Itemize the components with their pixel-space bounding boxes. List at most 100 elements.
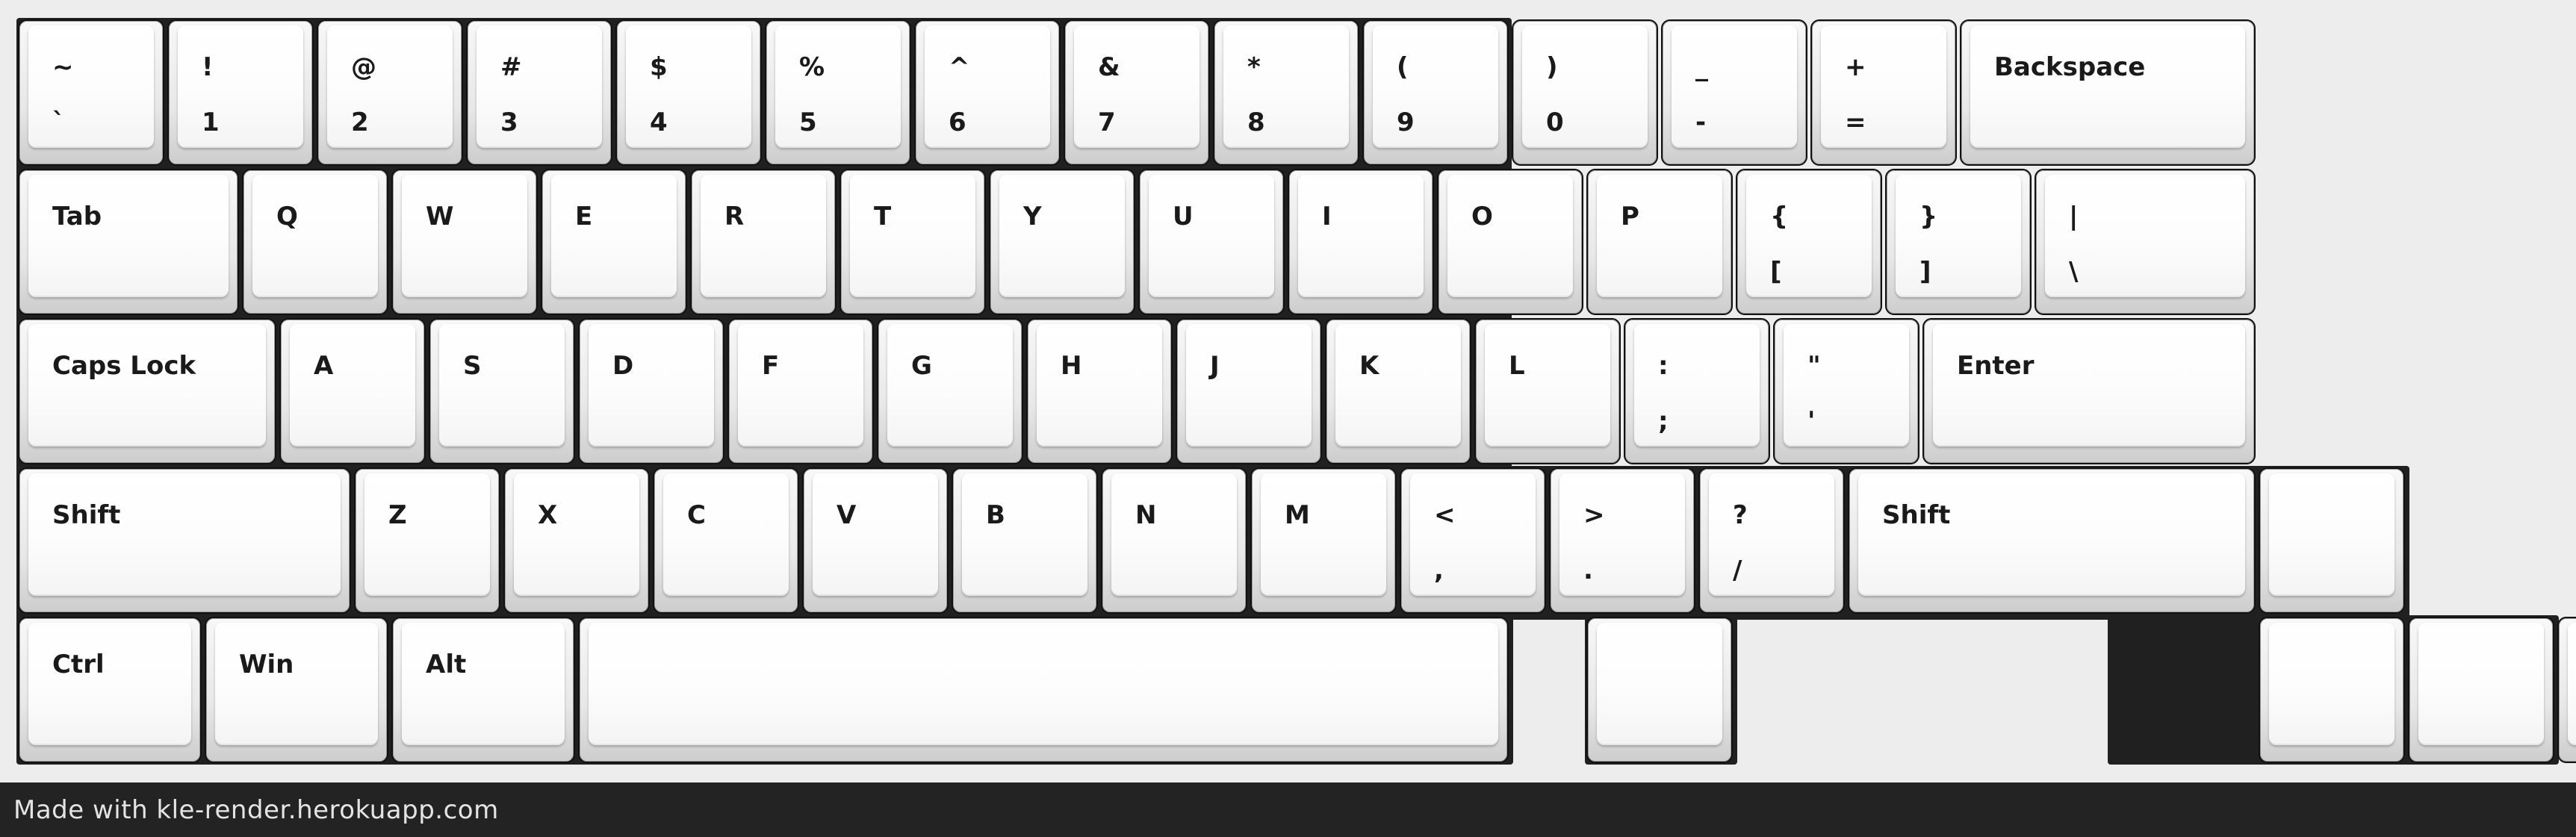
key-y-r1c6[interactable]: Y <box>989 169 1135 315</box>
keycap-surface <box>28 324 266 446</box>
keycap-surface <box>962 473 1087 596</box>
key-legend: Q <box>276 202 298 231</box>
key-j-r2c7[interactable]: J <box>1176 318 1322 464</box>
key-p-r1c10[interactable]: P <box>1586 169 1733 315</box>
key-legend: H <box>1061 351 1082 381</box>
key-sym39-r2c11[interactable]: " ' <box>1773 318 1919 464</box>
key-g-r2c5[interactable]: G <box>877 318 1023 464</box>
key-2-r0c2[interactable]: @2 <box>317 19 463 166</box>
key-sym96-r0c0[interactable]: ~ ` <box>18 19 164 166</box>
key-v-r3c4[interactable]: V <box>802 467 949 614</box>
key-4-r0c4[interactable]: $4 <box>615 19 762 166</box>
keycap-surface <box>1933 324 2245 446</box>
keycap-surface <box>1111 473 1237 596</box>
keycap-surface <box>439 324 565 446</box>
keycap-surface <box>178 25 303 148</box>
key-1-r0c1[interactable]: ! 1 <box>167 19 314 166</box>
key-legend: D <box>612 351 634 381</box>
keycap-surface <box>327 25 453 148</box>
key-legend: Alt <box>426 650 467 679</box>
key-legend: Shift <box>52 500 121 530</box>
key-shift-r3c0[interactable]: Shift <box>18 467 351 614</box>
key-a-r2c1[interactable]: A <box>279 318 426 464</box>
keycap-surface <box>2269 473 2395 596</box>
key-t-r1c5[interactable]: T <box>839 169 986 315</box>
keycap-surface <box>738 324 863 446</box>
key-c-r3c3[interactable]: C <box>653 467 799 614</box>
key-i-r1c8[interactable]: I <box>1288 169 1434 315</box>
key-legend-base: 1 <box>202 108 220 137</box>
key-tab-r1c0[interactable]: Tab <box>18 169 239 315</box>
key-u-r1c7[interactable]: U <box>1138 169 1285 315</box>
key-caps-lock-r2c0[interactable]: Caps Lock <box>18 318 276 464</box>
key-sym92-r1c13[interactable]: | \ <box>2035 169 2256 315</box>
key-blank-r3c12[interactable] <box>2259 467 2405 614</box>
key-z-r3c1[interactable]: Z <box>354 467 500 614</box>
key-3-r0c3[interactable]: #3 <box>466 19 612 166</box>
key-legend: N <box>1135 500 1157 530</box>
key-legend: Ctrl <box>52 650 105 679</box>
key-win-r4c1[interactable]: Win <box>205 617 388 763</box>
key-6-r0c6[interactable]: ^ 6 <box>914 19 1061 166</box>
key-9-r0c9[interactable]: (9 <box>1362 19 1509 166</box>
key-7-r0c7[interactable]: & 7 <box>1064 19 1210 166</box>
key-alt-r4c2[interactable]: Alt <box>391 617 575 763</box>
key-legend-base: = <box>1845 108 1866 137</box>
keycap-surface <box>1522 25 1648 148</box>
key-f-r2c4[interactable]: F <box>727 318 874 464</box>
keycap-surface <box>1709 473 1834 596</box>
keycap-surface <box>1223 25 1349 148</box>
keycap-surface <box>1896 175 2021 297</box>
key-s-r2c2[interactable]: S <box>429 318 575 464</box>
key---r0c11[interactable]: _ - <box>1661 19 1807 166</box>
key-w-r1c2[interactable]: W <box>391 169 538 315</box>
key-enter-r2c12[interactable]: Enter <box>1922 318 2256 464</box>
keycap-surface <box>402 175 527 297</box>
key-backspace-r0c13[interactable]: Backspace <box>1960 19 2256 166</box>
key-legend-shifted: $ <box>650 52 668 82</box>
key-o-r1c9[interactable]: O <box>1437 169 1583 315</box>
key-legend-shifted: ) <box>1546 52 1558 82</box>
key-0-r0c10[interactable]: ) 0 <box>1512 19 1658 166</box>
key-blank-r4c5[interactable] <box>2259 617 2405 763</box>
key-n-r3c6[interactable]: N <box>1101 467 1247 614</box>
key-m-r3c7[interactable]: M <box>1250 467 1397 614</box>
key-d-r2c3[interactable]: D <box>578 318 724 464</box>
key-legend-shifted: : <box>1658 351 1669 381</box>
key-sym61-r0c12[interactable]: + = <box>1810 19 1957 166</box>
keycap-surface <box>1373 25 1498 148</box>
keycap-surface <box>589 623 1498 745</box>
key-sym46-r3c9[interactable]: >. <box>1549 467 1695 614</box>
key-legend: Y <box>1023 202 1042 231</box>
key-x-r3c2[interactable]: X <box>503 467 650 614</box>
key-legend-shifted: + <box>1845 52 1866 82</box>
key-q-r1c1[interactable]: Q <box>242 169 388 315</box>
key-sym44-r3c8[interactable]: <, <box>1400 467 1546 614</box>
key-legend: J <box>1210 351 1220 381</box>
key-blank-r4c4[interactable] <box>1586 617 1733 763</box>
key-e-r1c3[interactable]: E <box>541 169 687 315</box>
keycap-surface <box>28 473 341 596</box>
key-h-r2c6[interactable]: H <box>1026 318 1173 464</box>
key-k-r2c8[interactable]: K <box>1325 318 1471 464</box>
key-sym91-r1c11[interactable]: {[ <box>1736 169 1882 315</box>
key-ctrl-r4c0[interactable]: Ctrl <box>18 617 202 763</box>
key-sym59-r2c10[interactable]: :; <box>1624 318 1770 464</box>
keycap-surface <box>28 25 154 148</box>
key-legend-shifted: ( <box>1397 52 1409 82</box>
key-legend-base: 0 <box>1546 108 1564 137</box>
key-r-r1c4[interactable]: R <box>690 169 837 315</box>
key-shift-r3c11[interactable]: Shift <box>1848 467 2256 614</box>
key-5-r0c5[interactable]: % 5 <box>765 19 911 166</box>
key-blank-r4c6[interactable] <box>2408 617 2554 763</box>
key-legend-base: 8 <box>1247 108 1265 137</box>
key-sym47-r3c10[interactable]: ? / <box>1698 467 1845 614</box>
key-8-r0c8[interactable]: * 8 <box>1213 19 1359 166</box>
key-blank-r4c7[interactable] <box>2557 617 2576 763</box>
key-blank-r4c3[interactable] <box>578 617 1509 763</box>
footer-bar: Made with kle-render.herokuapp.com <box>0 782 2576 837</box>
key-l-r2c9[interactable]: L <box>1474 318 1621 464</box>
key-legend: G <box>911 351 932 381</box>
key-b-r3c5[interactable]: B <box>952 467 1098 614</box>
key-sym93-r1c12[interactable]: }] <box>1885 169 2032 315</box>
